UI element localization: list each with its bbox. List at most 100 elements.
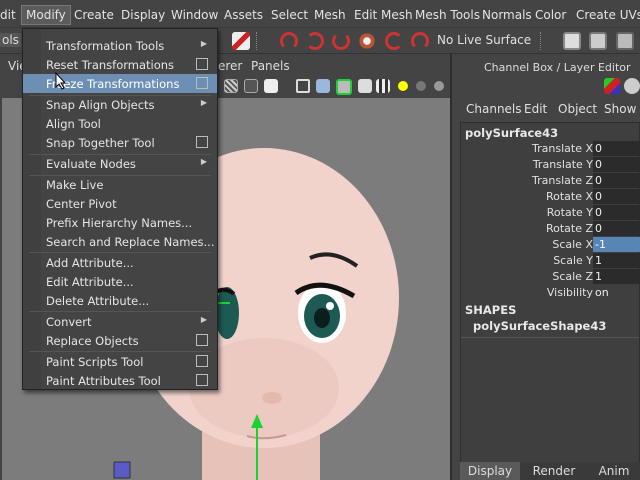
- menu-item-prefix-hierarchy-names[interactable]: Prefix Hierarchy Names...: [23, 213, 217, 232]
- menu-item-paint-scripts-tool[interactable]: Paint Scripts Tool: [23, 352, 217, 371]
- menu-item-add-attribute[interactable]: Add Attribute...: [23, 253, 217, 272]
- nose-shape: [262, 392, 282, 404]
- option-box-icon[interactable]: [196, 58, 208, 70]
- default-material-icon[interactable]: [358, 79, 372, 93]
- wireframe-icon[interactable]: [296, 79, 310, 93]
- grid-display-icon[interactable]: [224, 79, 238, 93]
- attr-value[interactable]: 0: [593, 205, 640, 220]
- menu-item-transformation-tools[interactable]: Transformation Tools ▶: [23, 36, 217, 55]
- attr-row-rotate-y[interactable]: Rotate Y 0: [461, 205, 640, 221]
- attr-value[interactable]: 1: [593, 253, 640, 268]
- menu-window[interactable]: Window: [171, 6, 218, 24]
- snap-point-icon[interactable]: [306, 32, 324, 50]
- menu-item-freeze-transformations[interactable]: Freeze Transformations: [23, 74, 217, 93]
- render-icon[interactable]: [563, 32, 581, 50]
- attr-row-visibility[interactable]: Visibility on: [461, 285, 640, 301]
- menu-create[interactable]: Create: [74, 6, 114, 24]
- menu-mesh-tools[interactable]: Mesh Tools: [415, 6, 480, 24]
- menu-display[interactable]: Display: [121, 6, 165, 24]
- attr-value[interactable]: 0: [593, 141, 640, 156]
- toolbar-mode-label[interactable]: ols: [0, 33, 21, 47]
- xray-icon[interactable]: [376, 79, 390, 93]
- menu-item-reset-transformations[interactable]: Reset Transformations: [23, 55, 217, 74]
- option-box-icon[interactable]: [196, 355, 208, 367]
- menu-item-center-pivot[interactable]: Center Pivot: [23, 194, 217, 213]
- tab-display[interactable]: Display: [460, 462, 520, 480]
- shadow-icon[interactable]: [416, 81, 426, 91]
- attr-value[interactable]: 1: [593, 269, 640, 284]
- menu-create-uvs[interactable]: Create UVs: [576, 6, 640, 24]
- component-marker[interactable]: [113, 461, 131, 479]
- attr-value[interactable]: 0: [593, 173, 640, 188]
- option-box-icon[interactable]: [196, 374, 208, 386]
- menu-item-label: Delete Attribute...: [46, 294, 150, 308]
- menu-normals[interactable]: Normals: [482, 6, 532, 24]
- render-sphere-icon[interactable]: [624, 78, 640, 94]
- menu-assets[interactable]: Assets: [224, 6, 263, 24]
- cb-menu-channels[interactable]: Channels: [466, 102, 522, 116]
- menu-item-evaluate-nodes[interactable]: Evaluate Nodes ▶: [23, 154, 217, 173]
- option-box-icon[interactable]: [196, 136, 208, 148]
- texture-display-icon[interactable]: [264, 79, 278, 93]
- ambient-occlusion-icon[interactable]: [434, 81, 444, 91]
- attr-row-translate-y[interactable]: Translate Y 0: [461, 157, 640, 173]
- panel-menu-panels[interactable]: Panels: [251, 59, 290, 73]
- smooth-shade-icon[interactable]: [316, 79, 330, 93]
- attr-row-scale-z[interactable]: Scale Z 1: [461, 269, 640, 285]
- attr-value[interactable]: 0: [593, 221, 640, 236]
- menu-item-convert[interactable]: Convert ▶: [23, 312, 217, 331]
- menu-color[interactable]: Color: [535, 6, 566, 24]
- attr-value[interactable]: 0: [593, 157, 640, 172]
- tab-anim[interactable]: Anim: [588, 462, 640, 480]
- text-display-icon[interactable]: [244, 79, 258, 93]
- attr-row-translate-z[interactable]: Translate Z 0: [461, 173, 640, 189]
- attr-row-translate-x[interactable]: Translate X 0: [461, 141, 640, 157]
- cb-menu-edit[interactable]: Edit: [524, 102, 547, 116]
- menu-item-label: Snap Align Objects: [46, 98, 155, 112]
- cb-menu-show[interactable]: Show: [604, 102, 636, 116]
- attr-value[interactable]: on: [593, 285, 640, 300]
- live-surface-label[interactable]: No Live Surface: [437, 33, 531, 47]
- render-settings-icon[interactable]: [616, 32, 634, 50]
- panel-menu-renderer[interactable]: erer: [218, 59, 242, 73]
- menu-item-search-and-replace-names[interactable]: Search and Replace Names...: [23, 232, 217, 251]
- menu-item-edit-attribute[interactable]: Edit Attribute...: [23, 272, 217, 291]
- menu-modify[interactable]: Modify: [21, 5, 71, 25]
- snap-curve-icon[interactable]: [280, 32, 298, 50]
- menu-item-align-tool[interactable]: Align Tool: [23, 114, 217, 133]
- menu-item-replace-objects[interactable]: Replace Objects: [23, 331, 217, 350]
- menu-edit[interactable]: dit: [0, 6, 16, 24]
- cb-menu-object[interactable]: Object: [558, 102, 597, 116]
- wireframe-on-shaded-icon[interactable]: [336, 79, 352, 95]
- object-name[interactable]: polySurface43: [465, 126, 558, 140]
- attr-value[interactable]: 0: [593, 189, 640, 204]
- menu-mesh[interactable]: Mesh: [314, 6, 346, 24]
- attr-value-selected[interactable]: -1: [593, 237, 640, 252]
- snap-view-icon[interactable]: [332, 32, 350, 50]
- menu-item-snap-together-tool[interactable]: Snap Together Tool: [23, 133, 217, 152]
- light-icon[interactable]: [398, 81, 408, 91]
- attr-row-scale-y[interactable]: Scale Y 1: [461, 253, 640, 269]
- ipr-icon[interactable]: [589, 32, 607, 50]
- shapes-header: SHAPES: [465, 303, 517, 317]
- attr-row-scale-x[interactable]: Scale X -1: [461, 237, 640, 253]
- menu-item-snap-align-objects[interactable]: Snap Align Objects ▶: [23, 95, 217, 114]
- menu-edit-mesh[interactable]: Edit Mesh: [354, 6, 413, 24]
- menu-select[interactable]: Select: [271, 6, 308, 24]
- attr-row-rotate-x[interactable]: Rotate X 0: [461, 189, 640, 205]
- tab-render[interactable]: Render: [522, 462, 586, 480]
- menu-item-delete-attribute[interactable]: Delete Attribute...: [23, 291, 217, 310]
- menu-item-paint-attributes-tool[interactable]: Paint Attributes Tool: [23, 371, 217, 390]
- axis-icon[interactable]: [604, 78, 620, 94]
- option-box-icon[interactable]: [196, 77, 208, 89]
- toolbar-separator: [256, 32, 258, 50]
- snap-magnet-icon[interactable]: [385, 32, 403, 50]
- option-box-icon[interactable]: [196, 334, 208, 346]
- attr-row-rotate-z[interactable]: Rotate Z 0: [461, 221, 640, 237]
- menu-item-make-live[interactable]: Make Live: [23, 175, 217, 194]
- submenu-arrow-icon: ▶: [200, 39, 207, 48]
- live-surface-magnet-icon[interactable]: [411, 32, 429, 50]
- make-live-icon[interactable]: [358, 32, 376, 50]
- shape-name[interactable]: polySurfaceShape43: [473, 319, 606, 333]
- snap-grid-icon[interactable]: [232, 32, 250, 50]
